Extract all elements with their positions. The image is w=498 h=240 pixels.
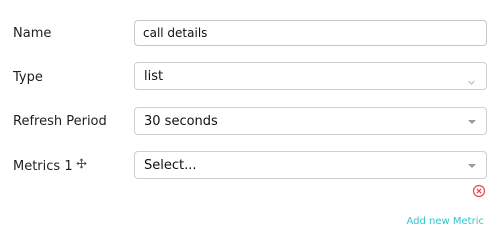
name-label: Name	[13, 26, 52, 41]
metrics-select[interactable]: Select...	[134, 151, 487, 179]
name-field-container	[134, 20, 487, 46]
type-select[interactable]: list	[134, 62, 487, 90]
name-input[interactable]	[135, 21, 486, 45]
refresh-period-select[interactable]: 30 seconds	[134, 107, 487, 135]
type-label: Type	[13, 70, 43, 85]
remove-circle-icon[interactable]	[472, 183, 486, 198]
chevron-down-icon	[467, 72, 476, 91]
add-new-metric-link[interactable]: Add new Metric	[407, 216, 484, 227]
metrics-placeholder: Select...	[144, 158, 197, 173]
metrics-label: Metrics 1	[13, 159, 73, 174]
refresh-period-label: Refresh Period	[13, 114, 107, 129]
type-selected-value: list	[144, 69, 164, 84]
move-icon[interactable]	[75, 158, 87, 173]
caret-down-icon	[468, 120, 476, 124]
refresh-period-selected-value: 30 seconds	[144, 114, 218, 129]
caret-down-icon	[468, 164, 476, 168]
metrics-label-group: Metrics 1	[13, 158, 87, 174]
